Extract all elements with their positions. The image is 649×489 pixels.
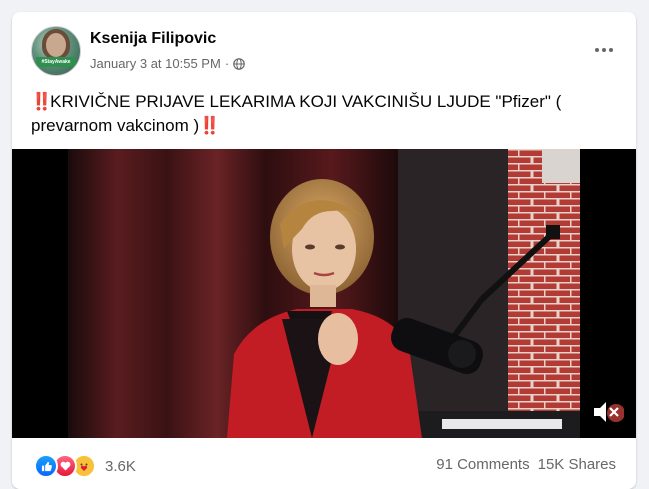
more-dot-icon bbox=[595, 48, 599, 52]
muted-speaker-icon[interactable] bbox=[590, 397, 624, 427]
double-exclamation-emoji: ‼️ bbox=[31, 92, 52, 111]
like-icon bbox=[34, 454, 58, 478]
author-name[interactable]: Ksenija Filipovic bbox=[90, 30, 216, 48]
more-options-button[interactable] bbox=[590, 38, 618, 62]
reaction-count[interactable]: 3.6K bbox=[105, 458, 136, 475]
post-card: #StayAwake Ksenija Filipovic January 3 a… bbox=[12, 12, 636, 489]
post-text: ‼️KRIVIČNE PRIJAVE LEKARIMA KOJI VAKCINI… bbox=[31, 90, 621, 138]
reactions-summary[interactable]: 3.6K bbox=[34, 454, 136, 478]
engagement-stats: 91 Comments 15K Shares bbox=[436, 456, 616, 473]
post-footer: 3.6K 91 Comments 15K Shares bbox=[12, 452, 636, 480]
video-frame bbox=[12, 149, 636, 438]
more-dot-icon bbox=[602, 48, 606, 52]
globe-icon bbox=[233, 57, 245, 70]
post-meta: January 3 at 10:55 PM · bbox=[90, 56, 245, 71]
avatar-face bbox=[46, 33, 66, 57]
meta-separator: · bbox=[224, 56, 230, 71]
more-dot-icon bbox=[609, 48, 613, 52]
avatar[interactable]: #StayAwake bbox=[31, 26, 81, 76]
double-exclamation-emoji: ‼️ bbox=[199, 116, 220, 135]
shares-count[interactable]: 15K Shares bbox=[538, 456, 616, 473]
avatar-badge: #StayAwake bbox=[36, 57, 76, 67]
post-text-body: KRIVIČNE PRIJAVE LEKARIMA KOJI VAKCINIŠU… bbox=[31, 92, 562, 135]
video-player[interactable] bbox=[12, 149, 636, 438]
comments-count[interactable]: 91 Comments bbox=[436, 456, 529, 473]
post-date[interactable]: January 3 at 10:55 PM bbox=[90, 56, 221, 71]
